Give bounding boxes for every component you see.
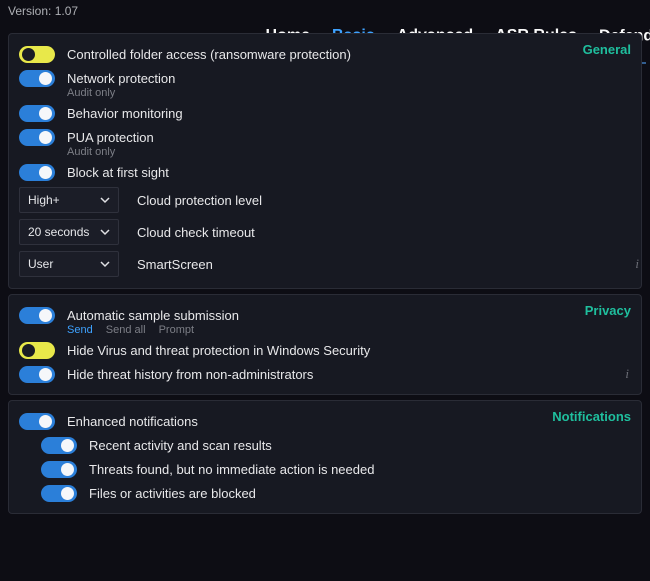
cloud-timeout-select[interactable]: 20 seconds [19, 219, 119, 245]
network-protection-label: Network protection [67, 71, 175, 86]
behavior-monitoring-toggle[interactable] [19, 105, 55, 122]
notifications-panel: Notifications Enhanced notifications Rec… [8, 400, 642, 514]
block-first-sight-toggle[interactable] [19, 164, 55, 181]
blocked-label: Files or activities are blocked [89, 486, 256, 501]
auto-sample-toggle[interactable] [19, 307, 55, 324]
network-protection-row: Network protection [19, 66, 631, 90]
blocked-toggle[interactable] [41, 485, 77, 502]
blocked-row: Files or activities are blocked [19, 481, 631, 505]
enhanced-row: Enhanced notifications [19, 409, 631, 433]
cloud-timeout-row: 20 seconds Cloud check timeout [19, 216, 631, 248]
cloud-level-label: Cloud protection level [137, 193, 262, 208]
threats-found-label: Threats found, but no immediate action i… [89, 462, 374, 477]
recent-row: Recent activity and scan results [19, 433, 631, 457]
hide-virus-label: Hide Virus and threat protection in Wind… [67, 343, 370, 358]
controlled-folder-toggle[interactable] [19, 46, 55, 63]
smartscreen-value: User [28, 257, 53, 271]
recent-label: Recent activity and scan results [89, 438, 272, 453]
hide-history-toggle[interactable] [19, 366, 55, 383]
enhanced-label: Enhanced notifications [67, 414, 198, 429]
auto-sample-row: Automatic sample submission [19, 303, 631, 327]
cloud-level-row: High+ Cloud protection level [19, 184, 631, 216]
cloud-level-value: High+ [28, 193, 60, 207]
info-icon[interactable]: i [635, 256, 639, 272]
smartscreen-select[interactable]: User [19, 251, 119, 277]
hide-history-row: Hide threat history from non-administrat… [19, 362, 631, 386]
threats-found-toggle[interactable] [41, 461, 77, 478]
network-protection-toggle[interactable] [19, 70, 55, 87]
behavior-monitoring-label: Behavior monitoring [67, 106, 183, 121]
pua-protection-toggle[interactable] [19, 129, 55, 146]
smartscreen-row: User SmartScreen i [19, 248, 631, 280]
threats-found-row: Threats found, but no immediate action i… [19, 457, 631, 481]
auto-sample-label: Automatic sample submission [67, 308, 239, 323]
version-label: Version: 1.07 [8, 4, 78, 18]
info-icon[interactable]: i [625, 366, 629, 382]
general-panel: General Controlled folder access (ransom… [8, 33, 642, 289]
hide-virus-row: Hide Virus and threat protection in Wind… [19, 338, 631, 362]
privacy-panel: Privacy Automatic sample submission Send… [8, 294, 642, 395]
smartscreen-label: SmartScreen [137, 257, 213, 272]
enhanced-toggle[interactable] [19, 413, 55, 430]
recent-toggle[interactable] [41, 437, 77, 454]
hide-virus-toggle[interactable] [19, 342, 55, 359]
hide-history-label: Hide threat history from non-administrat… [67, 367, 313, 382]
cloud-timeout-label: Cloud check timeout [137, 225, 255, 240]
behavior-monitoring-row: Behavior monitoring [19, 101, 631, 125]
block-first-sight-row: Block at first sight [19, 160, 631, 184]
pua-protection-row: PUA protection [19, 125, 631, 149]
controlled-folder-row: Controlled folder access (ransomware pro… [19, 42, 631, 66]
chevron-down-icon [100, 227, 110, 237]
cloud-level-select[interactable]: High+ [19, 187, 119, 213]
chevron-down-icon [100, 259, 110, 269]
cloud-timeout-value: 20 seconds [28, 225, 89, 239]
controlled-folder-label: Controlled folder access (ransomware pro… [67, 47, 351, 62]
block-first-sight-label: Block at first sight [67, 165, 169, 180]
chevron-down-icon [100, 195, 110, 205]
pua-protection-label: PUA protection [67, 130, 154, 145]
